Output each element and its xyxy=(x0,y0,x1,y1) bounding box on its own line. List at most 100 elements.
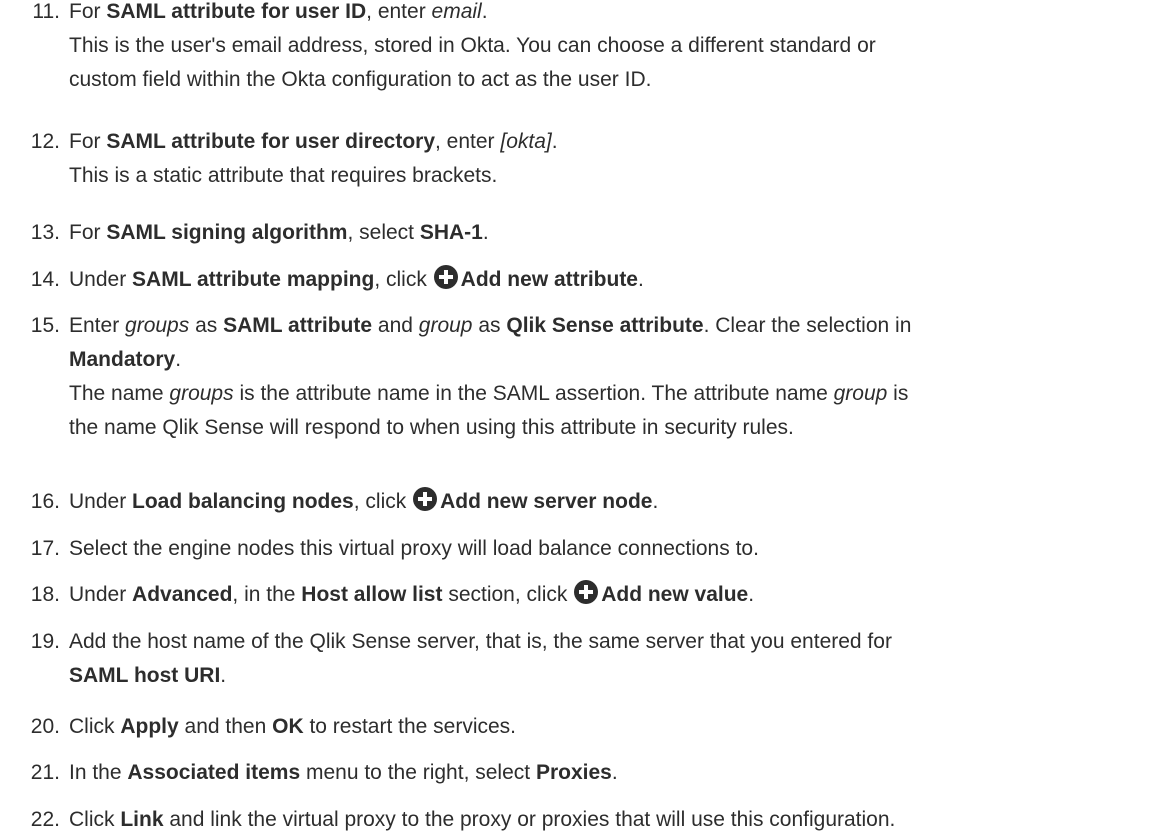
step-text: Under Advanced, in the Host allow list s… xyxy=(69,578,1161,612)
bold-text: Load balancing nodes xyxy=(132,490,354,513)
text-run: as xyxy=(472,314,507,337)
text-run: Enter xyxy=(69,314,126,337)
step-number: 17. xyxy=(30,537,60,560)
text-line: This is a static attribute that requires… xyxy=(69,159,1161,193)
text-line: Click Apply and then OK to restart the s… xyxy=(69,710,1161,744)
text-line: custom field within the Okta configurati… xyxy=(69,63,1161,97)
text-line: the name Qlik Sense will respond to when… xyxy=(69,411,1161,445)
text-line: Enter groups as SAML attribute and group… xyxy=(69,309,1161,343)
italic-text: groups xyxy=(125,314,190,337)
text-line: Mandatory. xyxy=(69,343,1161,377)
bold-text: SAML signing algorithm xyxy=(106,221,348,244)
text-run: , enter xyxy=(366,0,432,23)
text-run: is the attribute name in the SAML assert… xyxy=(233,382,834,405)
text-run: . xyxy=(482,221,489,244)
text-run: , in the xyxy=(232,583,302,606)
step-text: In the Associated items menu to the righ… xyxy=(69,756,1161,790)
step-number: 11. xyxy=(32,0,60,23)
step-number: 14. xyxy=(30,268,60,291)
bold-text: Qlik Sense attribute xyxy=(506,314,704,337)
bold-text: Add new server node xyxy=(440,490,653,513)
text-run: , click xyxy=(374,268,433,291)
text-line: In the Associated items menu to the righ… xyxy=(69,756,1161,790)
text-run: , enter xyxy=(435,130,501,153)
text-run: the name Qlik Sense will respond to when… xyxy=(69,416,794,439)
text-line: Under SAML attribute mapping, click Add … xyxy=(69,263,1161,297)
step-number: 16. xyxy=(30,490,60,513)
bold-text: Apply xyxy=(120,715,179,738)
text-line: This is the user's email address, stored… xyxy=(69,29,1161,63)
text-run: Under xyxy=(69,268,133,291)
text-run: Under xyxy=(69,490,133,513)
text-line: For SAML signing algorithm, select SHA-1… xyxy=(69,216,1161,250)
plus-circle-icon xyxy=(574,580,599,604)
text-run: For xyxy=(69,130,107,153)
bold-text: Link xyxy=(120,808,164,831)
step-text: Under SAML attribute mapping, click Add … xyxy=(69,263,1161,297)
text-run: . xyxy=(220,664,227,687)
bold-text: OK xyxy=(272,715,304,738)
text-run: and xyxy=(372,314,419,337)
step-number: 19. xyxy=(30,630,60,653)
plus-circle-icon xyxy=(433,265,458,289)
text-run: Under xyxy=(69,583,133,606)
text-run: to restart the services. xyxy=(303,715,517,738)
step-text: Click Apply and then OK to restart the s… xyxy=(69,710,1161,744)
text-run: . xyxy=(481,0,488,23)
text-run: . xyxy=(748,583,755,606)
text-run: , click xyxy=(353,490,413,513)
text-run: This is a static attribute that requires… xyxy=(69,164,498,187)
step-number: 22. xyxy=(30,808,60,831)
bold-text: SAML attribute for user ID xyxy=(106,0,367,23)
text-run: In the xyxy=(69,761,128,784)
italic-text: [okta] xyxy=(500,130,552,153)
text-line: Add the host name of the Qlik Sense serv… xyxy=(69,625,1161,659)
bold-text: Add new attribute xyxy=(460,268,638,291)
step-number: 18. xyxy=(30,583,60,606)
step-text: Click Link and link the virtual proxy to… xyxy=(69,803,1161,837)
text-run: is xyxy=(887,382,909,405)
step-text: Enter groups as SAML attribute and group… xyxy=(69,309,1161,445)
text-run: as xyxy=(189,314,224,337)
text-line: Select the engine nodes this virtual pro… xyxy=(69,532,1161,566)
bold-text: Host allow list xyxy=(301,583,443,606)
text-run: For xyxy=(69,221,107,244)
bold-text: SAML attribute for user directory xyxy=(106,130,436,153)
text-run: Select the engine nodes this virtual pro… xyxy=(69,537,759,560)
text-run: For xyxy=(69,0,107,23)
italic-text: group xyxy=(418,314,473,337)
step-text: Add the host name of the Qlik Sense serv… xyxy=(69,625,1161,693)
step-number: 20. xyxy=(30,715,60,738)
text-run: This is the user's email address, stored… xyxy=(69,34,876,57)
italic-text: groups xyxy=(169,382,234,405)
text-run: , select xyxy=(347,221,420,244)
step-text: Select the engine nodes this virtual pro… xyxy=(69,532,1161,566)
step-number: 15. xyxy=(30,314,60,337)
text-run: and link the virtual proxy to the proxy … xyxy=(163,808,896,831)
text-line: For SAML attribute for user directory, e… xyxy=(69,125,1161,159)
bold-text: Mandatory xyxy=(69,348,176,371)
bold-text: Advanced xyxy=(132,583,233,606)
text-run: custom field within the Okta configurati… xyxy=(69,68,652,91)
step-text: For SAML signing algorithm, select SHA-1… xyxy=(69,216,1161,250)
text-run: section, click xyxy=(442,583,574,606)
text-line: SAML host URI. xyxy=(69,659,1161,693)
bold-text: SAML attribute xyxy=(223,314,373,337)
text-line: Click Link and link the virtual proxy to… xyxy=(69,803,1161,837)
step-number: 21. xyxy=(30,761,60,784)
bold-text: Associated items xyxy=(127,761,301,784)
step-text: Under Load balancing nodes, click Add ne… xyxy=(69,485,1161,519)
text-run: and then xyxy=(178,715,273,738)
plus-circle-icon xyxy=(413,487,438,511)
italic-text: group xyxy=(833,382,888,405)
bold-text: SAML host URI xyxy=(69,664,221,687)
step-text: For SAML attribute for user ID, enter em… xyxy=(69,0,1161,97)
text-line: The name groups is the attribute name in… xyxy=(69,377,1161,411)
italic-text: email xyxy=(431,0,482,23)
instruction-steps: 11. For SAML attribute for user ID, enter… xyxy=(0,0,1164,831)
text-run: Add the host name of the Qlik Sense serv… xyxy=(69,630,892,653)
bold-text: Proxies xyxy=(535,761,612,784)
text-run: Click xyxy=(69,715,121,738)
text-line: For SAML attribute for user ID, enter em… xyxy=(69,0,1161,29)
text-run: . Clear the selection in xyxy=(703,314,912,337)
